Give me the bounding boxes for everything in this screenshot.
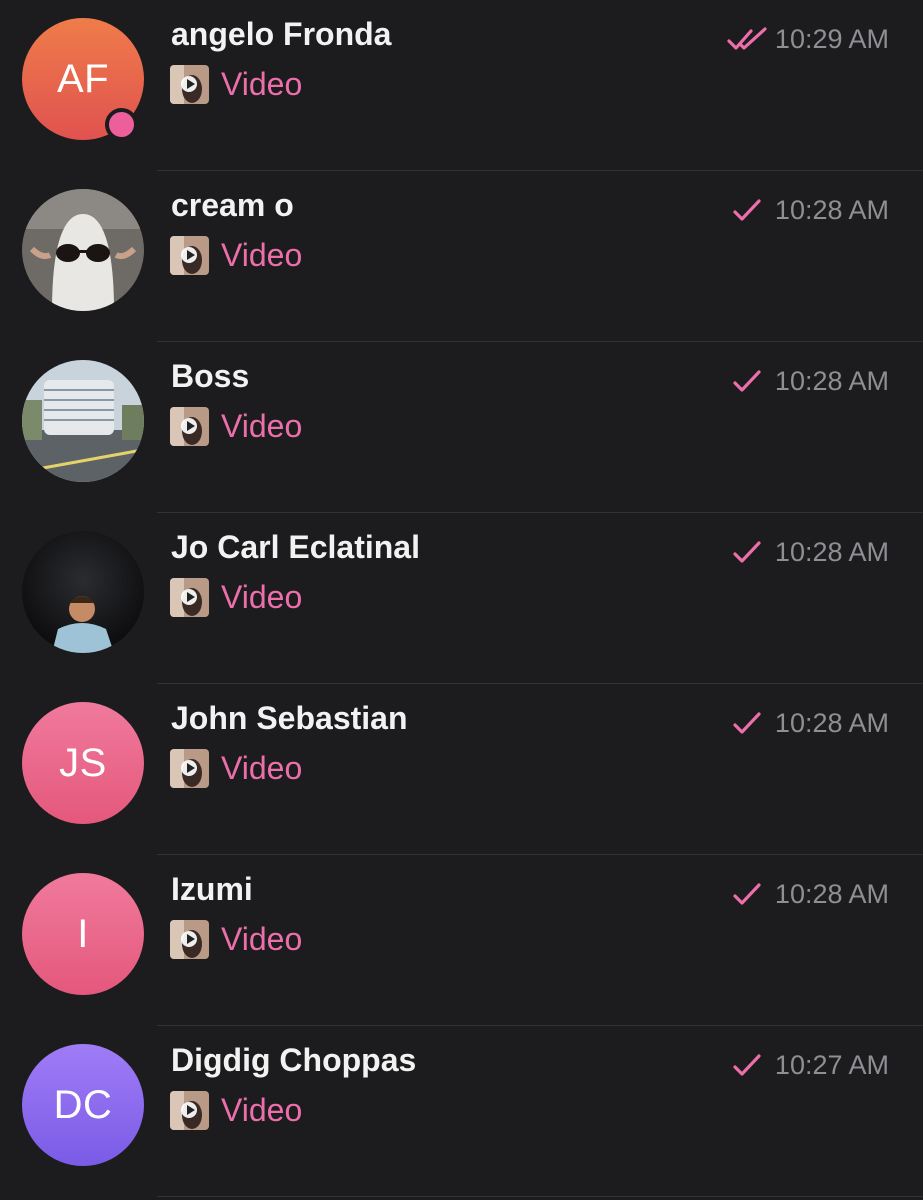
chat-name: Izumi — [171, 871, 253, 907]
video-thumbnail-icon — [170, 64, 209, 104]
message-time: 10:27 AM — [774, 1050, 889, 1080]
single-check-icon — [727, 367, 767, 397]
preview-text: Video — [221, 578, 303, 615]
chat-name: cream o — [171, 187, 294, 223]
message-preview: Video — [170, 919, 302, 959]
chat-row-izumi[interactable]: I Izumi Video 10:28 AM — [0, 855, 923, 1026]
chat-row-angelo-fronda[interactable]: AF angelo Fronda Video 10:29 AM — [0, 0, 923, 171]
preview-text: Video — [221, 65, 303, 102]
video-thumbnail-icon — [170, 748, 209, 788]
ghost-photo-avatar — [22, 189, 144, 311]
avatar: DC — [22, 1044, 144, 1166]
preview-text: Video — [221, 407, 303, 444]
single-check-icon — [727, 880, 767, 910]
message-meta: 10:28 AM — [727, 366, 889, 397]
message-meta: 10:27 AM — [727, 1050, 889, 1081]
chat-name: angelo Fronda — [171, 16, 392, 52]
single-check-icon — [727, 538, 767, 568]
preview-text: Video — [221, 236, 303, 273]
video-thumbnail-icon — [170, 1090, 209, 1130]
video-thumbnail-icon — [170, 577, 209, 617]
preview-text: Video — [221, 749, 303, 786]
avatar-initials: DC — [53, 1082, 113, 1127]
message-meta: 10:28 AM — [727, 708, 889, 739]
chat-name: John Sebastian — [171, 700, 408, 736]
video-thumbnail-icon — [170, 919, 209, 959]
message-time: 10:28 AM — [774, 537, 889, 567]
single-check-icon — [727, 1051, 767, 1081]
single-check-icon — [727, 709, 767, 739]
chat-row-digdig-choppas[interactable]: DC Digdig Choppas Video 10:27 AM — [0, 1026, 923, 1197]
message-preview: Video — [170, 1090, 302, 1130]
person-photo-avatar — [22, 531, 144, 653]
message-meta: 10:29 AM — [727, 24, 889, 55]
avatar: I — [22, 873, 144, 995]
chat-row-john-sebastian[interactable]: JS John Sebastian Video 10:28 AM — [0, 684, 923, 855]
message-preview: Video — [170, 577, 302, 617]
message-preview: Video — [170, 748, 302, 788]
online-status-dot — [105, 108, 138, 141]
message-meta: 10:28 AM — [727, 195, 889, 226]
chat-list: AF angelo Fronda Video 10:29 AM cream o — [0, 0, 923, 1200]
message-preview: Video — [170, 406, 302, 446]
row-divider — [157, 1196, 923, 1197]
message-time: 10:28 AM — [774, 195, 889, 225]
avatar-initials: I — [77, 911, 89, 956]
chat-row-cream-o[interactable]: cream o Video 10:28 AM — [0, 171, 923, 342]
preview-text: Video — [221, 1091, 303, 1128]
message-time: 10:28 AM — [774, 366, 889, 396]
avatar-initials: JS — [59, 740, 107, 785]
chat-name: Jo Carl Eclatinal — [171, 529, 420, 565]
chat-row-boss[interactable]: Boss Video 10:28 AM — [0, 342, 923, 513]
message-preview: Video — [170, 64, 302, 104]
message-meta: 10:28 AM — [727, 879, 889, 910]
chat-row-jo-carl-eclatinal[interactable]: Jo Carl Eclatinal Video 10:28 AM — [0, 513, 923, 684]
message-time: 10:29 AM — [774, 24, 889, 54]
avatar-initials: AF — [56, 56, 110, 101]
avatar: JS — [22, 702, 144, 824]
double-check-icon — [727, 25, 767, 55]
preview-text: Video — [221, 920, 303, 957]
video-thumbnail-icon — [170, 235, 209, 275]
single-check-icon — [727, 196, 767, 226]
video-thumbnail-icon — [170, 406, 209, 446]
building-photo-avatar — [22, 360, 144, 482]
message-time: 10:28 AM — [774, 708, 889, 738]
chat-name: Boss — [171, 358, 250, 394]
chat-name: Digdig Choppas — [171, 1042, 417, 1078]
message-preview: Video — [170, 235, 302, 275]
message-time: 10:28 AM — [774, 879, 889, 909]
message-meta: 10:28 AM — [727, 537, 889, 568]
